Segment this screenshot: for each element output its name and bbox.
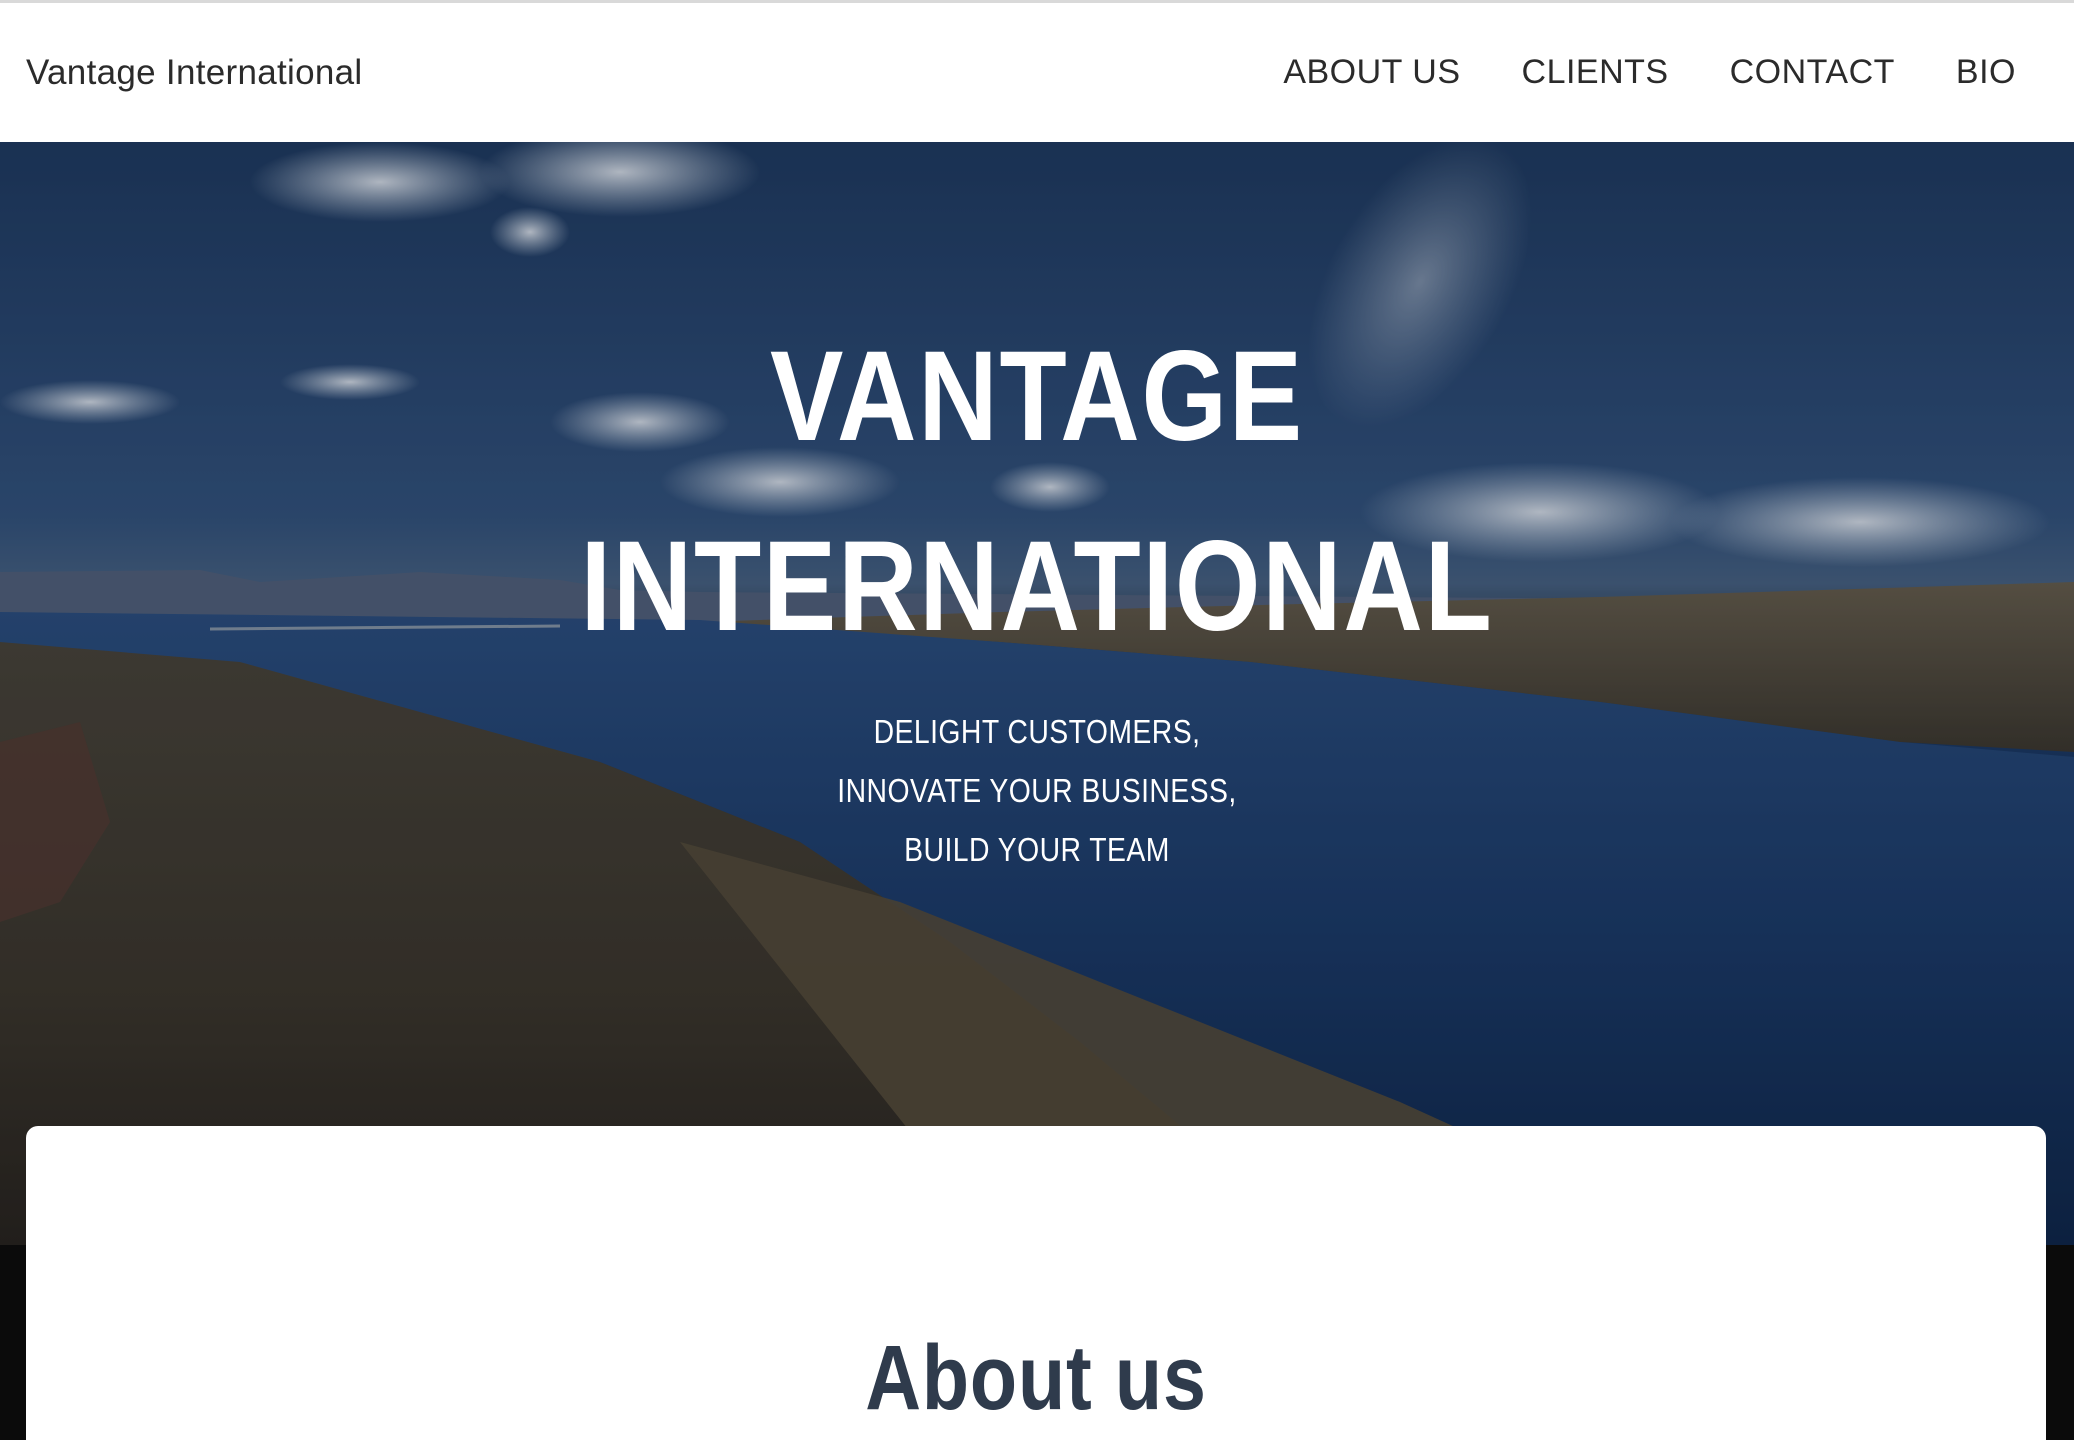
hero-title-line-1: VANTAGE bbox=[770, 325, 1304, 468]
nav-contact[interactable]: CONTACT bbox=[1730, 53, 1895, 92]
nav-bio[interactable]: BIO bbox=[1956, 53, 2016, 92]
hero-title: VANTAGE INTERNATIONAL bbox=[145, 302, 1929, 682]
tagline-line-2: INNOVATE YOUR BUSINESS, bbox=[837, 772, 1237, 809]
nav-about-us[interactable]: ABOUT US bbox=[1283, 53, 1460, 92]
brand-link[interactable]: Vantage International bbox=[26, 53, 362, 93]
tagline-line-1: DELIGHT CUSTOMERS, bbox=[873, 713, 1201, 750]
tagline-line-3: BUILD YOUR TEAM bbox=[904, 831, 1170, 868]
hero-tagline: DELIGHT CUSTOMERS, INNOVATE YOUR BUSINES… bbox=[145, 702, 1929, 879]
nav-clients[interactable]: CLIENTS bbox=[1522, 53, 1669, 92]
about-section: About us bbox=[26, 1126, 2046, 1440]
main-nav: ABOUT US CLIENTS CONTACT BIO bbox=[1283, 53, 2016, 92]
site-header: Vantage International ABOUT US CLIENTS C… bbox=[0, 3, 2074, 142]
hero-title-line-2: INTERNATIONAL bbox=[580, 515, 1494, 658]
about-heading: About us bbox=[865, 1327, 1207, 1429]
hero-section: VANTAGE INTERNATIONAL DELIGHT CUSTOMERS,… bbox=[0, 142, 2074, 1245]
